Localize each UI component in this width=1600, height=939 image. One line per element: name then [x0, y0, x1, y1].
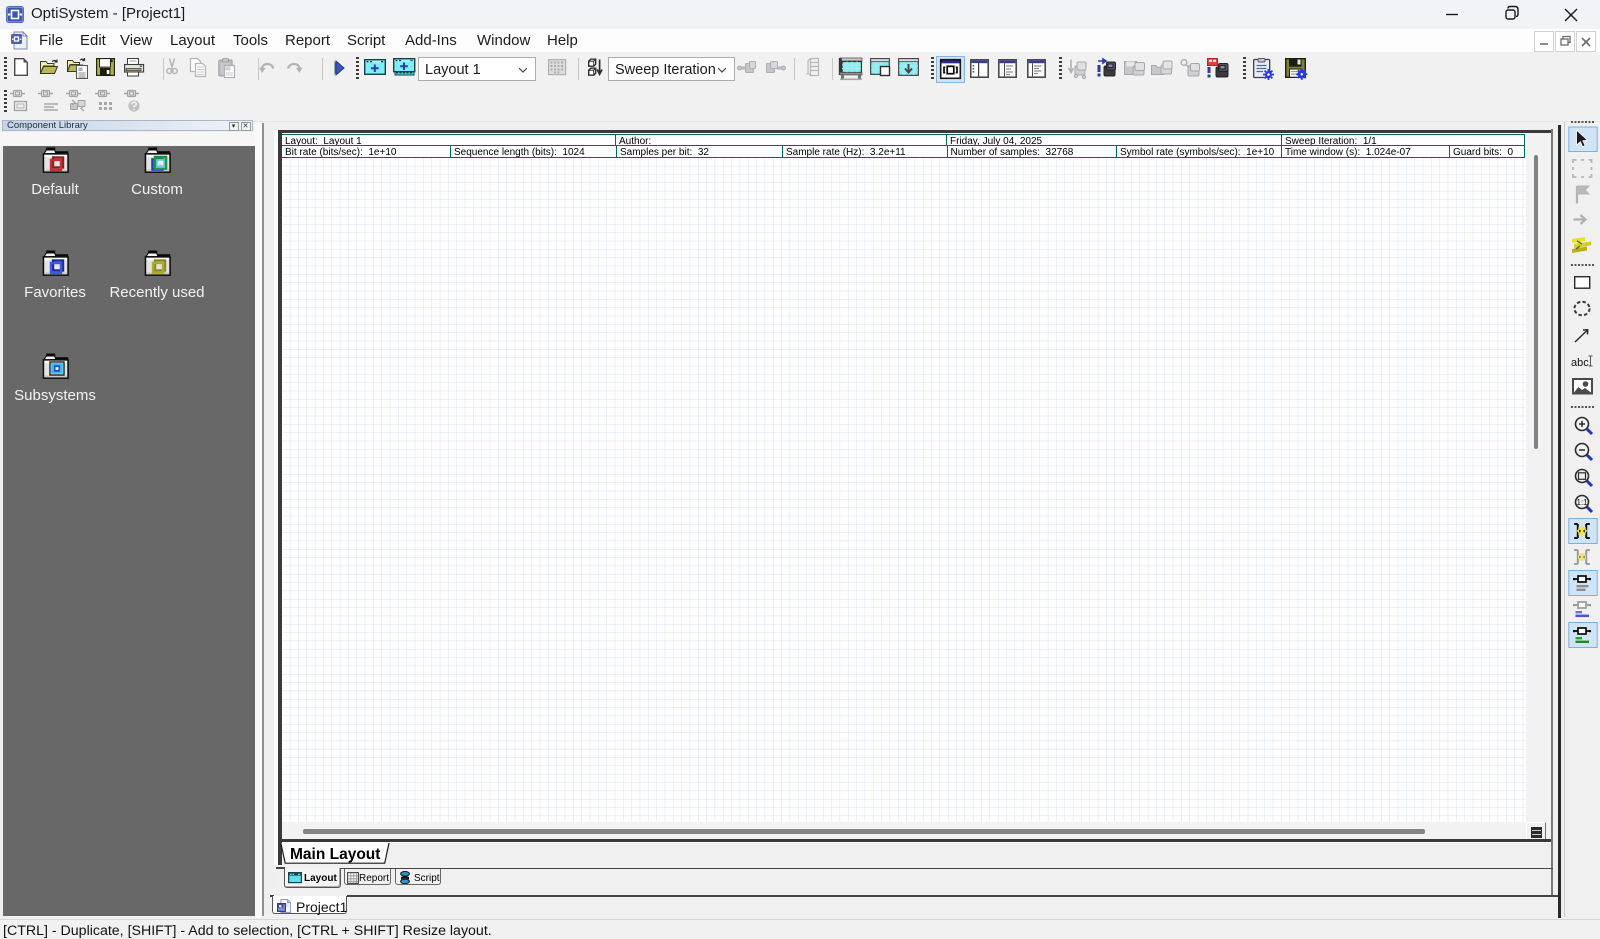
svg-text:abc: abc [1571, 357, 1589, 369]
svg-text:1:1: 1:1 [1577, 498, 1589, 507]
